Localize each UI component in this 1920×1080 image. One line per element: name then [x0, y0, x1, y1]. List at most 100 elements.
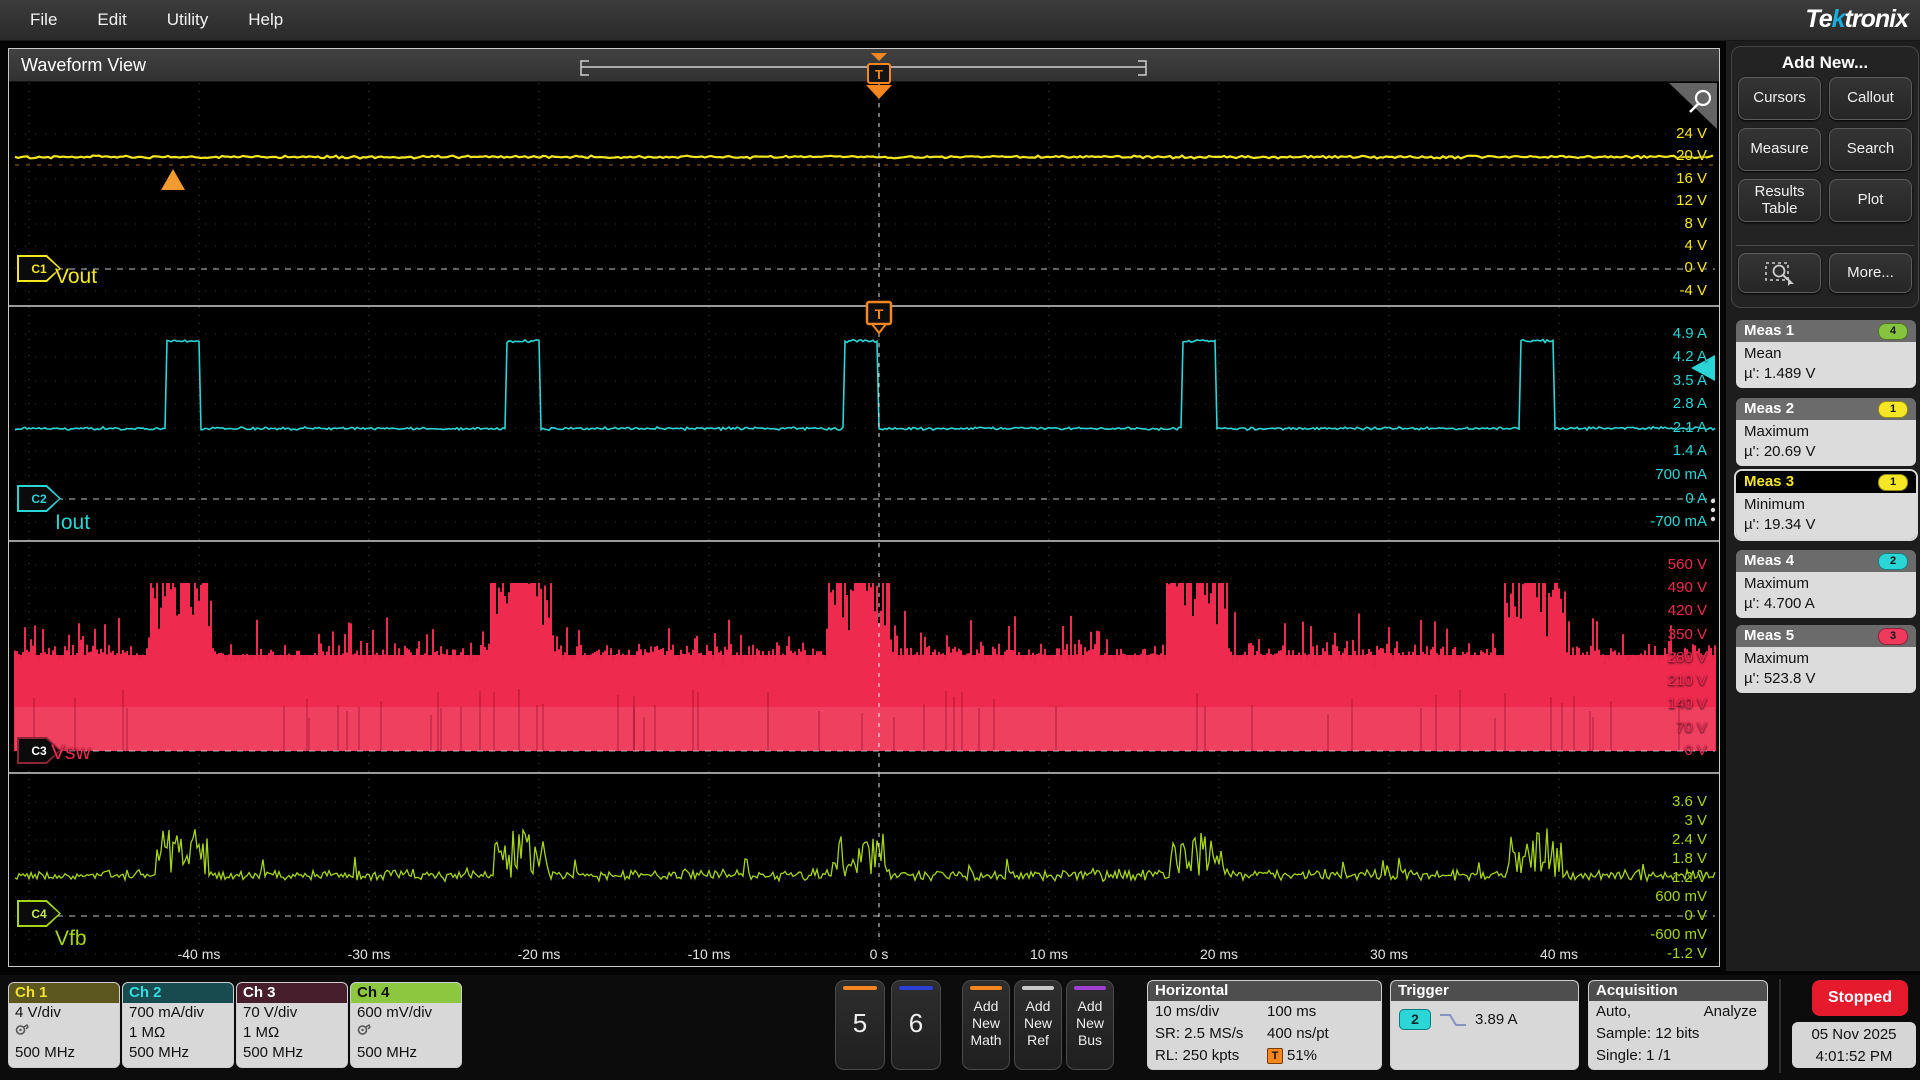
acq-single: Single: 1 /1 — [1589, 1045, 1671, 1067]
measurement-body: Minimumµ': 19.34 V — [1736, 493, 1916, 539]
add-new-search-button[interactable]: Search — [1829, 128, 1912, 171]
measurement-value: µ': 1.489 V — [1744, 364, 1916, 384]
button-label: AddNewBus — [1067, 998, 1113, 1048]
channel-marker-c4[interactable]: C4 — [17, 900, 61, 927]
waveform-plot[interactable]: T T — [9, 49, 1719, 966]
logo-suffix: tronix — [1845, 5, 1908, 33]
add-new-math-button[interactable]: AddNewMath — [962, 980, 1010, 1070]
add-new-plot-button[interactable]: Plot — [1829, 179, 1912, 222]
menu-item-utility[interactable]: Utility — [167, 10, 209, 30]
channel-badge-ch2[interactable]: Ch 2700 mA/div1 MΩ500 MHz — [122, 982, 234, 1068]
channel-scale: 700 mA/div — [123, 1003, 233, 1023]
measurement-title: Meas 4 — [1744, 552, 1794, 569]
time-axis-label: -20 ms — [494, 946, 584, 962]
axis-label: 490 V — [1597, 579, 1707, 597]
acquisition-panel[interactable]: Acquisition Auto, Analyze Sample: 12 bit… — [1588, 980, 1768, 1070]
horizontal-cell: SR: 2.5 MS/s — [1148, 1023, 1267, 1045]
channel-6-button[interactable]: 6 — [891, 980, 941, 1070]
axis-label: 350 V — [1597, 626, 1707, 644]
channel-marker-c3[interactable]: C3 — [17, 737, 61, 764]
horizontal-cell-value: 400 ns/pt — [1267, 1023, 1329, 1045]
measurement-card[interactable]: Meas 21Maximumµ': 20.69 V — [1736, 398, 1916, 466]
axis-label: 0 V — [1597, 259, 1707, 277]
divider — [1736, 245, 1914, 246]
add-new-panel: Add New... CursorsCalloutMeasureSearchRe… — [1731, 46, 1919, 308]
trigger-point-badge[interactable]: T — [867, 302, 891, 333]
trigger-t-label: T — [875, 306, 884, 322]
trigger-level-arrow[interactable] — [1691, 355, 1715, 381]
channel-badge-ch4[interactable]: Ch 4600 mV/div500 MHz — [350, 982, 462, 1068]
horizontal-panel[interactable]: Horizontal 10 ms/div100 msSR: 2.5 MS/s40… — [1147, 980, 1382, 1070]
measurement-card[interactable]: Meas 31Minimumµ': 19.34 V — [1736, 471, 1916, 539]
channel-marker-c1[interactable]: C1 — [17, 255, 61, 282]
channel-5-button[interactable]: 5 — [835, 980, 885, 1070]
add-new-callout-button[interactable]: Callout — [1829, 77, 1912, 120]
channel-badge-ch1[interactable]: Ch 14 V/div500 MHz — [8, 982, 120, 1068]
channel-bandwidth: 500 MHz — [123, 1043, 233, 1063]
measurement-title-bar: Meas 21 — [1736, 398, 1916, 420]
add-new-results-table-button[interactable]: Results Table — [1738, 179, 1821, 222]
zoom-select-icon — [1763, 260, 1797, 286]
axis-label: 210 V — [1597, 672, 1707, 690]
channel-marker-label: C2 — [19, 487, 59, 510]
axis-label: 2.4 V — [1597, 831, 1707, 849]
channel-number: 6 — [892, 1008, 940, 1039]
axis-label: 420 V — [1597, 602, 1707, 620]
measurement-stat: Mean — [1744, 344, 1916, 364]
channel-color-strip — [843, 986, 877, 990]
measurement-card[interactable]: Meas 53Maximumµ': 523.8 V — [1736, 625, 1916, 693]
measurement-title: Meas 2 — [1744, 400, 1794, 417]
add-new-measure-button[interactable]: Measure — [1738, 128, 1821, 171]
measurement-title-bar: Meas 14 — [1736, 320, 1916, 342]
stopped-button[interactable]: Stopped — [1812, 980, 1908, 1016]
button-label-line: New — [1015, 1015, 1061, 1032]
measurement-title: Meas 1 — [1744, 322, 1794, 339]
trigger-panel[interactable]: Trigger 2 3.89 A — [1390, 980, 1579, 1070]
menu-item-file[interactable]: File — [30, 10, 57, 30]
axis-label: 1.2 V — [1597, 869, 1707, 887]
channel-badge-ch3[interactable]: Ch 370 V/div1 MΩ500 MHz — [236, 982, 348, 1068]
channel-row2 — [351, 1023, 461, 1043]
horizontal-row: RL: 250 kptsT51% — [1148, 1045, 1381, 1067]
button-color-strip — [1074, 986, 1106, 990]
horizontal-cell: T51% — [1267, 1045, 1381, 1067]
zoom-select-button[interactable] — [1738, 253, 1821, 293]
add-new-cursors-button[interactable]: Cursors — [1738, 77, 1821, 120]
draw-a-box-zoom-icon[interactable] — [1669, 83, 1717, 129]
measurement-title-bar: Meas 42 — [1736, 550, 1916, 572]
menu-item-edit[interactable]: Edit — [97, 10, 126, 30]
acq-analyze: Analyze — [1704, 1001, 1757, 1023]
add-new-ref-button[interactable]: AddNewRef — [1014, 980, 1062, 1070]
add-new-bus-button[interactable]: AddNewBus — [1066, 980, 1114, 1070]
time-axis-label: 30 ms — [1344, 946, 1434, 962]
datetime-display: 05 Nov 2025 4:01:52 PM — [1792, 1022, 1916, 1068]
axis-label: 2.8 A — [1597, 395, 1707, 413]
measurement-card[interactable]: Meas 42Maximumµ': 4.700 A — [1736, 550, 1916, 618]
trigger-source-badge: 2 — [1399, 1009, 1431, 1030]
channel-scale: 4 V/div — [9, 1003, 119, 1023]
axis-label: -700 mA — [1597, 513, 1707, 531]
button-label-line: Add — [1015, 998, 1061, 1015]
channel-name-iout: Iout — [55, 511, 90, 535]
axis-label: 3.6 V — [1597, 793, 1707, 811]
channel-bandwidth: 500 MHz — [351, 1043, 461, 1063]
measurement-card[interactable]: Meas 14Meanµ': 1.489 V — [1736, 320, 1916, 388]
channel-marker-c2[interactable]: C2 — [17, 485, 61, 512]
measurement-stat: Minimum — [1744, 495, 1916, 515]
axis-label: 3 V — [1597, 812, 1707, 830]
menu-item-help[interactable]: Help — [248, 10, 283, 30]
axis-label: -4 V — [1597, 282, 1707, 300]
time-text: 4:01:52 PM — [1792, 1046, 1916, 1068]
more-button[interactable]: More... — [1829, 253, 1912, 293]
measurement-source-badge: 1 — [1878, 474, 1908, 491]
expansion-point-marker[interactable] — [161, 169, 185, 190]
measurement-value: µ': 20.69 V — [1744, 442, 1916, 462]
measurement-stat: Maximum — [1744, 422, 1916, 442]
horizontal-cell: 400 ns/pt — [1267, 1023, 1381, 1045]
measurement-body: Meanµ': 1.489 V — [1736, 342, 1916, 388]
panel-resize-handle[interactable] — [1711, 499, 1715, 521]
button-label-line: Math — [963, 1032, 1009, 1049]
logo-prefix: Te — [1805, 5, 1831, 33]
channel-badge-header: Ch 3 — [237, 983, 347, 1003]
channel-badge-header: Ch 2 — [123, 983, 233, 1003]
